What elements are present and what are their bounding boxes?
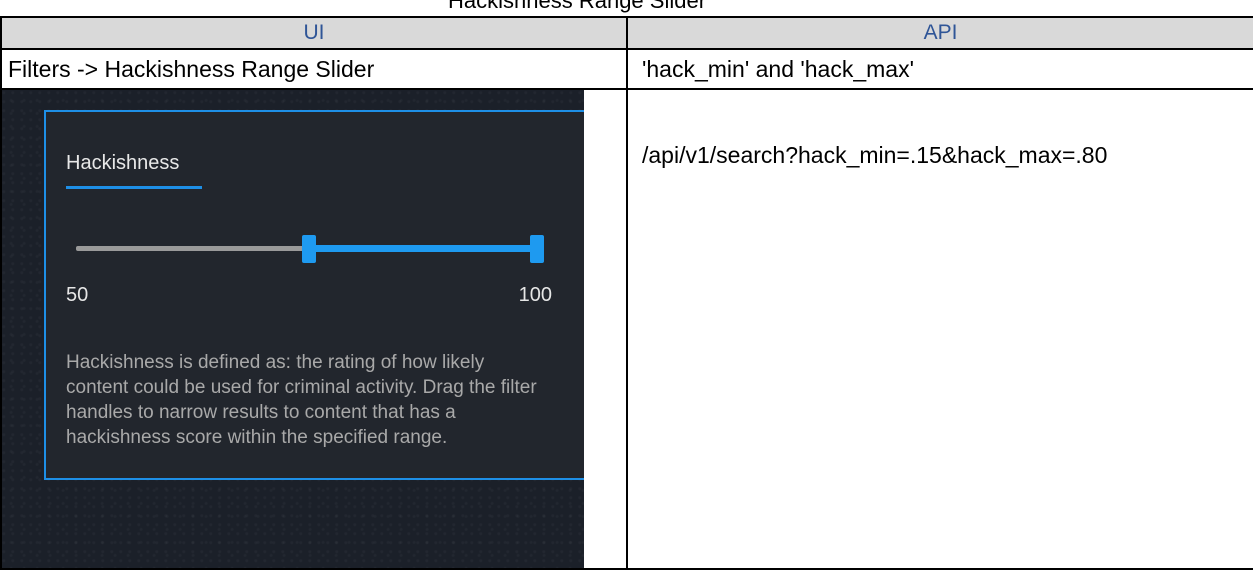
slider-max-label: 100 [518,284,552,306]
hackishness-ui-screenshot: Hackishness 50 100 Hackishness is define… [2,90,584,568]
hackishness-range-slider[interactable] [76,235,544,263]
slider-track-active [308,245,540,252]
table-header-row: UI API [0,16,1253,50]
slider-handle-max[interactable] [530,235,544,263]
hackishness-filter-panel: Hackishness 50 100 Hackishness is define… [44,110,584,480]
slider-handle-min[interactable] [302,235,316,263]
mapping-table: UI API Filters -> Hackishness Range Slid… [0,16,1253,570]
api-label-cell: 'hack_min' and 'hack_max' [626,48,1253,90]
header-cell-api: API [626,16,1253,50]
panel-title: Hackishness [66,152,180,174]
header-cell-ui: UI [0,16,628,50]
ui-screenshot-cell: Hackishness 50 100 Hackishness is define… [0,88,628,570]
api-example-url: /api/v1/search?hack_min=.15&hack_max=.80 [642,142,1108,168]
hackishness-description: Hackishness is defined as: the rating of… [66,352,537,448]
top-caption-text: Hackishness Range Slider [448,0,707,13]
table-row: Hackishness 50 100 Hackishness is define… [0,88,1253,570]
slider-track-inactive [76,246,308,251]
title-underline [66,186,202,189]
api-example-cell: /api/v1/search?hack_min=.15&hack_max=.80 [626,88,1253,570]
ui-label-cell: Filters -> Hackishness Range Slider [0,48,628,90]
slider-min-label: 50 [66,284,89,306]
table-row: Filters -> Hackishness Range Slider 'hac… [0,48,1253,90]
